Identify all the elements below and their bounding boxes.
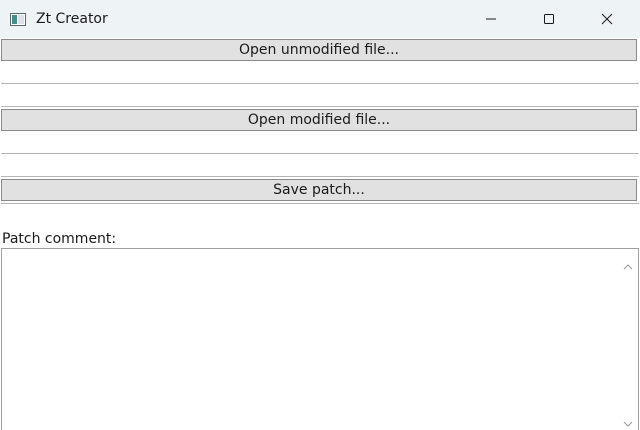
unmodified-secondary-field[interactable] (1, 85, 639, 107)
app-window-icon (10, 11, 26, 26)
app-window: Zt Creator Open unmodified file... Open … (0, 0, 640, 430)
open-unmodified-button[interactable]: Open unmodified file... (1, 39, 637, 61)
modified-path-field[interactable] (1, 132, 639, 154)
minimize-button[interactable] (462, 0, 520, 38)
maximize-icon (543, 10, 555, 29)
modified-secondary-field[interactable] (1, 155, 639, 177)
comment-scrollbar[interactable] (618, 249, 638, 430)
scroll-up-arrow-icon[interactable] (623, 255, 633, 274)
save-patch-button[interactable]: Save patch... (1, 179, 637, 201)
minimize-icon (485, 10, 497, 29)
scroll-down-arrow-icon[interactable] (623, 412, 633, 430)
title-bar[interactable]: Zt Creator (0, 0, 640, 38)
separator-line (1, 203, 639, 204)
close-button[interactable] (578, 0, 636, 38)
maximize-button[interactable] (520, 0, 578, 38)
close-icon (601, 10, 613, 29)
open-modified-button[interactable]: Open modified file... (1, 109, 637, 131)
patch-comment-textarea[interactable] (1, 248, 639, 430)
window-title: Zt Creator (36, 11, 108, 27)
unmodified-path-field[interactable] (1, 62, 639, 84)
patch-comment-label: Patch comment: (2, 231, 117, 247)
